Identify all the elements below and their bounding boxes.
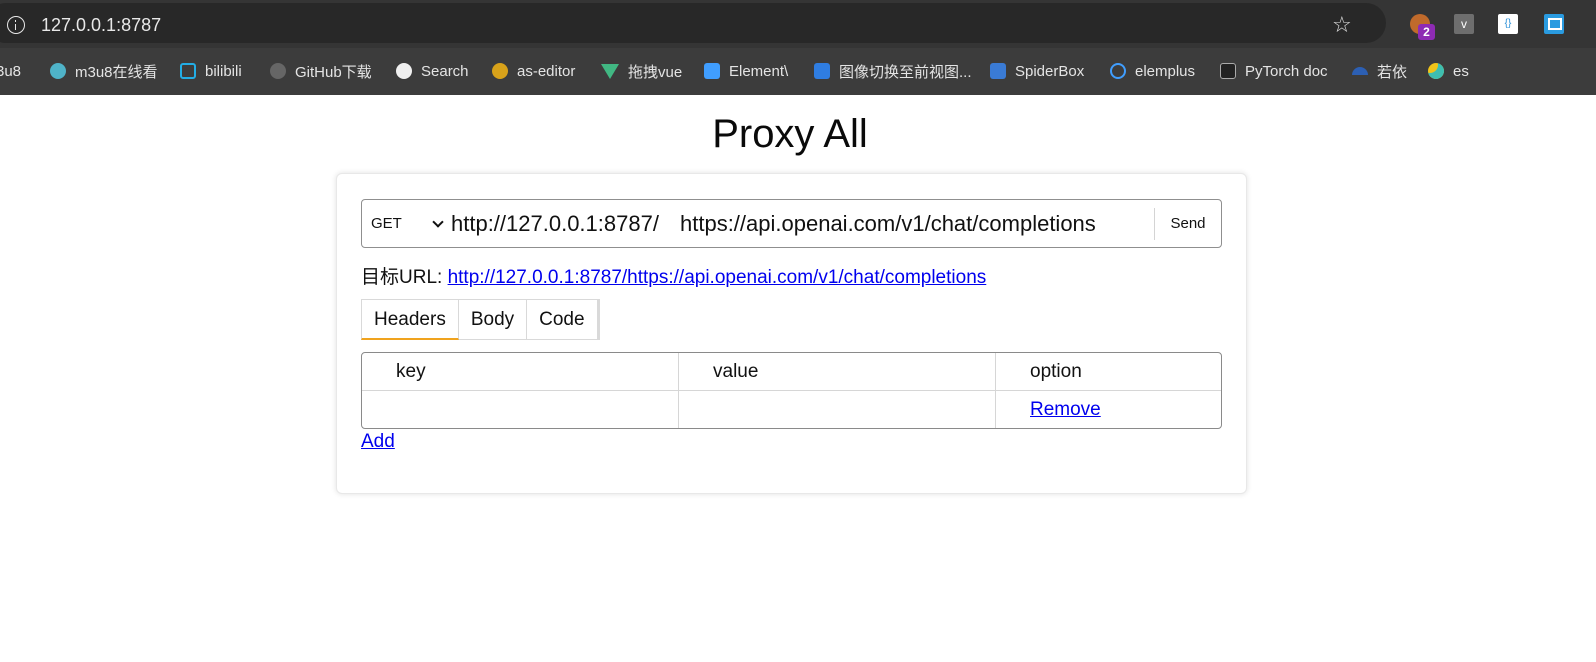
- vue-icon: [601, 63, 619, 79]
- proxy-prefix: http://127.0.0.1:8787/: [451, 211, 659, 236]
- chevron-down-icon: [432, 216, 444, 228]
- bookmark-item[interactable]: 3u8: [0, 61, 21, 81]
- bookmark-item[interactable]: SpiderBox: [990, 61, 1084, 81]
- element-icon: [704, 63, 720, 79]
- remove-row-link[interactable]: Remove: [1030, 399, 1101, 420]
- column-header-key: key: [362, 353, 679, 391]
- bookmark-label: 3u8: [0, 62, 22, 80]
- book-icon: [1220, 63, 1236, 79]
- bookmark-label: as-editor: [517, 62, 576, 80]
- target-url-input[interactable]: [680, 205, 1150, 242]
- bookmark-item[interactable]: es: [1428, 61, 1469, 81]
- bookmark-label: es: [1453, 62, 1469, 80]
- v-extension-icon[interactable]: v: [1454, 14, 1474, 34]
- table-row: Remove: [362, 391, 1221, 428]
- browser-chrome: 127.0.0.1:8787 ☆ 2 v {} 3u8 m3u8在线看 bili…: [0, 0, 1596, 95]
- tab-code[interactable]: Code: [527, 299, 600, 340]
- bilibili-icon: [180, 63, 196, 79]
- header-key-cell[interactable]: [362, 391, 679, 428]
- option-cell: Remove: [996, 391, 1221, 428]
- target-url-label: 目标URL:: [361, 267, 448, 288]
- bookmark-item[interactable]: PyTorch doc: [1220, 61, 1328, 81]
- bookmark-item[interactable]: elemplus: [1110, 61, 1195, 81]
- target-url-row: 目标URL: http://127.0.0.1:8787/https://api…: [361, 262, 986, 289]
- tab-headers[interactable]: Headers: [361, 299, 459, 340]
- bookmark-label: elemplus: [1135, 62, 1196, 80]
- column-header-option: option: [1030, 361, 1082, 382]
- address-text[interactable]: 127.0.0.1:8787: [41, 15, 161, 36]
- send-button[interactable]: Send: [1155, 200, 1221, 247]
- github-icon: [270, 63, 286, 79]
- bookmark-label: SpiderBox: [1015, 62, 1085, 80]
- bookmark-item[interactable]: Search: [396, 61, 469, 81]
- extension-badge: 2: [1418, 24, 1435, 40]
- image-app-icon: [814, 63, 830, 79]
- site-info-icon[interactable]: [7, 16, 25, 34]
- bookmark-star-icon[interactable]: ☆: [1332, 14, 1352, 36]
- github-icon: [396, 63, 412, 79]
- ruoyi-icon: [1352, 67, 1368, 75]
- elemplus-icon: [1110, 63, 1126, 79]
- m3u8-icon: [50, 63, 66, 79]
- bookmark-item[interactable]: 图像切换至前视图...: [814, 61, 972, 81]
- header-value-cell[interactable]: [679, 391, 996, 428]
- browser-toolbar: 127.0.0.1:8787 ☆ 2 v {}: [0, 0, 1596, 48]
- proxy-card: GET http://127.0.0.1:8787/ Send 目标URL: h…: [336, 173, 1247, 494]
- as-editor-icon: [492, 63, 508, 79]
- json-extension-icon[interactable]: {}: [1498, 14, 1518, 34]
- spiderbox-icon: [990, 63, 1006, 79]
- bookmarks-bar: 3u8 m3u8在线看 bilibili GitHub下载 Search as-…: [0, 48, 1596, 95]
- bookmark-label: GitHub下载: [295, 63, 372, 81]
- bookmark-item[interactable]: 拖拽vue: [601, 61, 682, 81]
- bookmark-item[interactable]: as-editor: [492, 61, 575, 81]
- column-header-value: value: [679, 353, 996, 391]
- tab-body[interactable]: Body: [458, 299, 528, 340]
- target-url-link[interactable]: http://127.0.0.1:8787/https://api.openai…: [448, 267, 987, 288]
- bookmark-label: 若依: [1377, 63, 1408, 81]
- window-extension-icon[interactable]: [1544, 14, 1564, 34]
- bookmark-label: 图像切换至前视图...: [839, 63, 972, 81]
- bookmark-item[interactable]: bilibili: [180, 61, 242, 81]
- bookmark-label: PyTorch doc: [1245, 62, 1328, 80]
- bookmark-label: 拖拽vue: [628, 63, 683, 81]
- address-bar[interactable]: 127.0.0.1:8787 ☆: [0, 3, 1386, 43]
- headers-table: key value option Remove: [361, 352, 1222, 429]
- bookmark-item[interactable]: m3u8在线看: [50, 61, 158, 81]
- add-header-link[interactable]: Add: [361, 431, 395, 453]
- method-select[interactable]: GET: [362, 200, 448, 247]
- request-bar: GET http://127.0.0.1:8787/ Send: [361, 199, 1222, 248]
- bookmark-label: Search: [421, 62, 469, 80]
- bookmark-item[interactable]: Element\: [704, 61, 788, 81]
- bookmark-item[interactable]: GitHub下载: [270, 61, 372, 81]
- bookmark-item[interactable]: 若依: [1352, 61, 1407, 81]
- table-header-row: key value option: [362, 353, 1221, 391]
- bookmark-label: m3u8在线看: [75, 63, 158, 81]
- bookmark-label: bilibili: [205, 62, 242, 80]
- tab-bar: Headers Body Code: [361, 299, 600, 341]
- method-value: GET: [371, 215, 402, 232]
- elastic-icon: [1428, 63, 1444, 79]
- bookmark-label: Element\: [729, 62, 789, 80]
- page-title: Proxy All: [712, 112, 868, 156]
